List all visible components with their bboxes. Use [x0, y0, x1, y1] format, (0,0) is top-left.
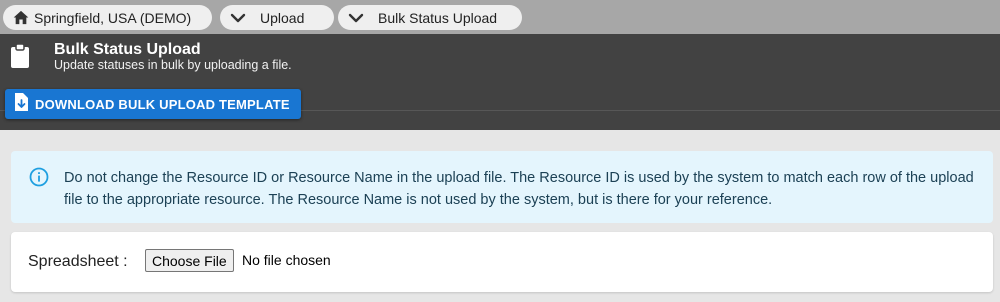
spreadsheet-label: Spreadsheet : [28, 253, 128, 270]
file-status: No file chosen [242, 252, 331, 268]
page-title: Bulk Status Upload [54, 41, 201, 58]
breadcrumb-bulk-label: Bulk Status Upload [378, 9, 498, 26]
clipboard-icon [10, 43, 30, 74]
info-icon [29, 167, 49, 192]
upload-card: Spreadsheet : Choose File No file chosen [11, 232, 993, 292]
info-alert: Do not change the Resource ID or Resourc… [11, 151, 993, 223]
download-template-label: DOWNLOAD BULK UPLOAD TEMPLATE [35, 96, 290, 112]
choose-file-button[interactable]: Choose File [145, 249, 234, 272]
download-template-button[interactable]: DOWNLOAD BULK UPLOAD TEMPLATE [5, 89, 301, 119]
info-alert-text: Do not change the Resource ID or Resourc… [64, 170, 974, 208]
breadcrumb-bulk-status-upload[interactable]: Bulk Status Upload [338, 5, 522, 30]
breadcrumb-home-label: Springfield, USA (DEMO) [34, 9, 192, 26]
breadcrumb-upload[interactable]: Upload [220, 5, 334, 30]
file-download-icon [13, 92, 29, 117]
breadcrumb-bar: Springfield, USA (DEMO) Upload Bulk Stat… [0, 0, 1000, 34]
home-icon [13, 10, 29, 25]
breadcrumb-home[interactable]: Springfield, USA (DEMO) [3, 5, 212, 30]
breadcrumb-upload-label: Upload [260, 9, 305, 26]
chevron-down-icon [348, 13, 364, 23]
page-subtitle: Update statuses in bulk by uploading a f… [54, 58, 292, 72]
chevron-down-icon [230, 13, 246, 23]
